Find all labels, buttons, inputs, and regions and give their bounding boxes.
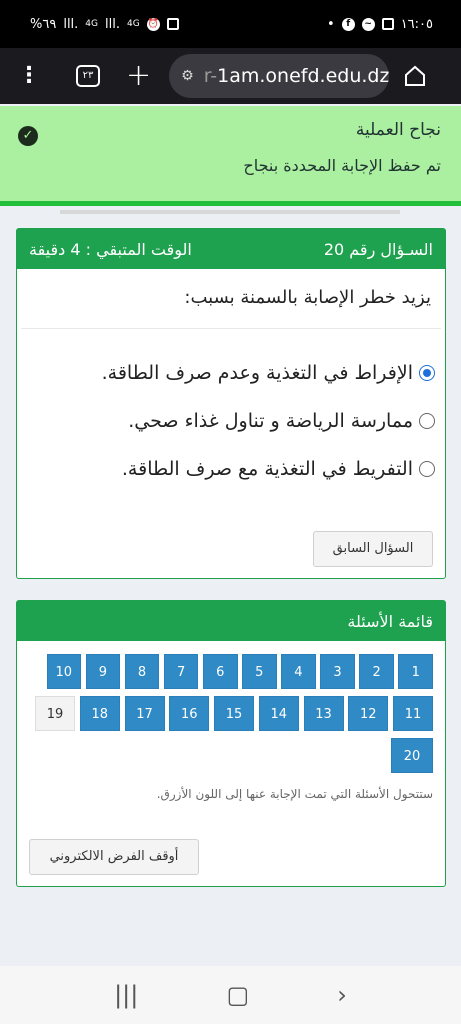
new-tab-icon[interactable]: + [126, 61, 151, 91]
question-list-title: قائمة الأسئلة [347, 611, 433, 631]
question-nav-5[interactable]: 5 [242, 654, 277, 689]
question-nav-19[interactable]: 19 [35, 696, 75, 731]
question-number: السـؤال رقم 20 [323, 239, 433, 259]
question-nav-20[interactable]: 20 [391, 738, 433, 773]
question-nav-6[interactable]: 6 [202, 654, 238, 689]
check-icon: ✓ [18, 126, 38, 146]
signal-icon: lll. [63, 16, 79, 32]
alarm-icon: ⏰ [146, 17, 160, 31]
question-nav-9[interactable]: 9 [85, 654, 121, 689]
sim-icon [166, 18, 179, 30]
site-settings-icon[interactable]: ⚙ [181, 68, 194, 84]
gallery-icon [381, 18, 394, 30]
question-nav-12[interactable]: 12 [348, 696, 389, 731]
question-nav-18[interactable]: 18 [79, 696, 120, 731]
radio-option-3[interactable] [419, 461, 435, 477]
option-label: الإفراط في التغذية وعدم صرف الطاقة. [101, 362, 413, 384]
clock: ١٦:٠٥ [400, 16, 433, 32]
network-label-2: 4G [126, 19, 140, 29]
status-right: • f ~ ١٦:٠٥ [327, 17, 433, 32]
question-nav-17[interactable]: 17 [124, 696, 165, 731]
question-list-card: قائمة الأسئلة 1 2 3 4 5 6 7 8 9 10 11 12 13 14 15 16 17 1… [16, 600, 446, 887]
url-text: r-1am.onefd.edu.dz [203, 65, 390, 87]
signal-icon-2: lll. [105, 16, 120, 32]
question-nav-7[interactable]: 7 [163, 654, 199, 689]
menu-dots-icon[interactable]: ⋮ [18, 65, 40, 87]
question-nav-4[interactable]: 4 [281, 654, 316, 689]
answered-note: ستتحول الأسئلة التي تمت الإجابة عنها إلى… [156, 787, 433, 801]
time-remaining: الوقت المتبقي : 4 دقيقة [29, 239, 192, 259]
dot-icon: • [327, 16, 335, 32]
question-nav-16[interactable]: 16 [169, 696, 210, 731]
question-nav-13[interactable]: 13 [303, 696, 344, 731]
question-nav-8[interactable]: 8 [124, 654, 160, 689]
question-card: السـؤال رقم 20 الوقت المتبقي : 4 دقيقة ي… [16, 228, 446, 579]
status-left: %٦٩ lll. 4G lll. 4G ⏰ [30, 17, 179, 32]
question-nav-15[interactable]: 15 [214, 696, 254, 731]
messenger-icon: ~ [361, 17, 375, 31]
question-nav-3[interactable]: 3 [320, 654, 355, 689]
battery-level: %٦٩ [30, 16, 57, 32]
address-bar[interactable]: ⚙ r-1am.onefd.edu.dz [169, 54, 390, 98]
question-header: السـؤال رقم 20 الوقت المتبقي : 4 دقيقة [17, 229, 445, 269]
status-bar: %٦٩ lll. 4G lll. 4G ⏰ • f ~ ١٦:٠٥ [0, 0, 461, 48]
divider [60, 210, 400, 214]
question-nav-1[interactable]: 1 [398, 654, 433, 689]
home-circle-icon[interactable]: ▢ [226, 981, 249, 1009]
back-chevron-icon[interactable]: › [337, 981, 347, 1009]
option-1[interactable]: الإفراط في التغذية وعدم صرف الطاقة. [17, 349, 445, 397]
notice-message: تم حفظ الإجابة المحددة بنجاح [243, 156, 441, 175]
options-list: الإفراط في التغذية وعدم صرف الطاقة. ممار… [17, 329, 445, 493]
radio-option-1[interactable] [419, 365, 435, 381]
question-nav-14[interactable]: 14 [258, 696, 299, 731]
home-icon[interactable] [403, 64, 427, 88]
facebook-icon: f [341, 17, 355, 31]
notice-title: نجاح العملية [355, 120, 441, 140]
option-label: ممارسة الرياضة و تناول غذاء صحي. [128, 410, 413, 432]
question-nav-11[interactable]: 11 [393, 696, 433, 731]
question-nav-2[interactable]: 2 [359, 654, 394, 689]
option-3[interactable]: التفريط في التغذية مع صرف الطاقة. [17, 445, 445, 493]
browser-toolbar: ⋮ ٢٣ + ⚙ r-1am.onefd.edu.dz [0, 48, 461, 104]
system-nav-bar: ||| ▢ › [0, 966, 461, 1024]
stop-exam-button[interactable]: أوقف الفرض الالكتروني [29, 839, 199, 875]
tab-count-button[interactable]: ٢٣ [76, 65, 100, 87]
network-label: 4G [85, 19, 98, 29]
option-label: التفريط في التغذية مع صرف الطاقة. [121, 458, 413, 480]
question-text: يزيد خطر الإصابة بالسمنة بسبب: [21, 269, 441, 329]
question-nav-10[interactable]: 10 [46, 654, 82, 689]
option-2[interactable]: ممارسة الرياضة و تناول غذاء صحي. [17, 397, 445, 445]
radio-option-2[interactable] [419, 413, 435, 429]
recent-apps-icon[interactable]: ||| [114, 981, 138, 1009]
success-notice: نجاح العملية تم حفظ الإجابة المحددة بنجا… [0, 106, 461, 206]
previous-question-button[interactable]: السؤال السابق [313, 531, 433, 567]
question-list-header: قائمة الأسئلة [17, 601, 445, 641]
